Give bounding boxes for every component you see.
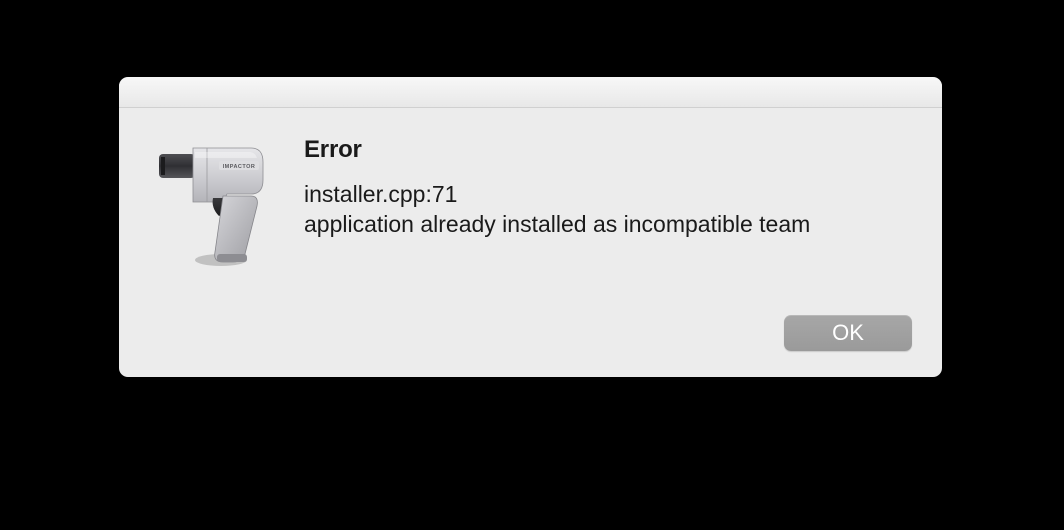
error-message-line-1: installer.cpp:71 — [304, 180, 912, 210]
error-message-line-2: application already installed as incompa… — [304, 210, 912, 240]
error-title: Error — [304, 136, 912, 164]
ok-button[interactable]: OK — [784, 315, 912, 351]
dialog-content: IMPACTOR Error installer.cpp:71 applicat… — [119, 108, 942, 377]
svg-text:IMPACTOR: IMPACTOR — [223, 164, 256, 170]
dialog-titlebar[interactable] — [119, 78, 942, 108]
impact-wrench-icon: IMPACTOR — [159, 138, 269, 268]
error-dialog: IMPACTOR Error installer.cpp:71 applicat… — [119, 77, 942, 377]
dialog-buttons: OK — [784, 315, 912, 351]
dialog-text: Error installer.cpp:71 application alrea… — [304, 136, 912, 240]
